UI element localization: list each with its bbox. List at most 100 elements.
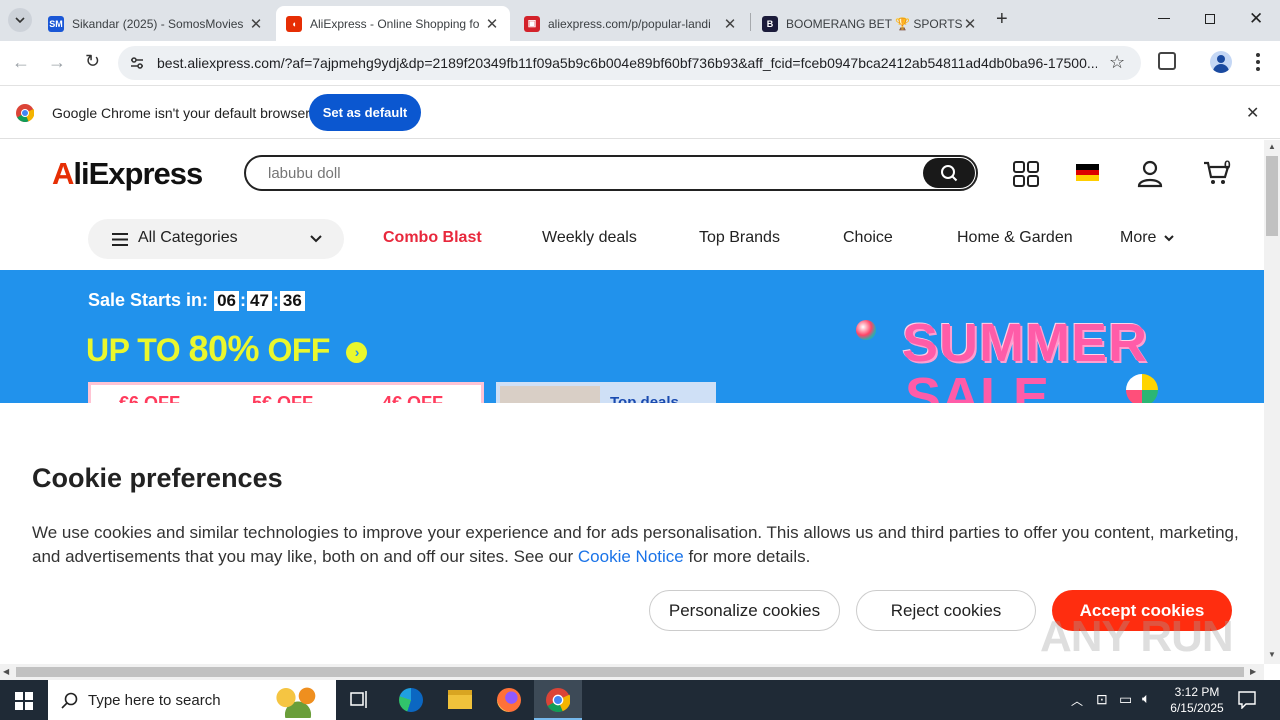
search-button[interactable]	[923, 158, 975, 188]
all-categories-button[interactable]: All Categories	[88, 219, 344, 259]
search-input[interactable]	[268, 165, 868, 182]
close-tab-icon[interactable]: ✕	[484, 15, 500, 33]
chevron-down-icon	[1164, 235, 1174, 242]
close-tab-icon[interactable]: ✕	[722, 15, 738, 33]
new-tab-button[interactable]: +	[996, 8, 1008, 31]
tab-strip: SM Sikandar (2025) - SomosMovies ✕ ◖ Ali…	[0, 0, 1280, 41]
cookie-notice-link[interactable]: Cookie Notice	[578, 547, 684, 566]
tab-title: aliexpress.com/p/popular-landi	[548, 16, 711, 31]
countdown-hours: 06	[214, 291, 239, 311]
tab-title: Sikandar (2025) - SomosMovies	[72, 16, 244, 31]
browser-toolbar: ← → ↻ best.aliexpress.com/?af=7ajpmehg9y…	[0, 41, 1280, 86]
tab-title: AliExpress - Online Shopping fo	[310, 16, 480, 31]
browser-tab[interactable]: ▣ aliexpress.com/p/popular-landi ✕	[514, 6, 748, 41]
site-info-icon[interactable]	[129, 56, 145, 70]
firefox-icon[interactable]	[497, 688, 521, 712]
category-nav: All Categories Combo Blast Weekly deals …	[0, 218, 1264, 260]
url-text: best.aliexpress.com/?af=7ajpmehg9ydj&dp=…	[157, 55, 1097, 71]
address-bar[interactable]: best.aliexpress.com/?af=7ajpmehg9ydj&dp=…	[118, 46, 1141, 80]
ethernet-icon[interactable]: ▭	[1119, 691, 1132, 708]
tab-search-button[interactable]	[8, 8, 32, 32]
search-bar	[244, 155, 978, 191]
file-explorer-icon[interactable]	[448, 690, 472, 709]
personalize-cookies-button[interactable]: Personalize cookies	[649, 590, 840, 631]
windows-start-icon[interactable]	[15, 692, 33, 710]
chrome-menu-icon[interactable]	[1256, 53, 1260, 71]
infobar-message: Google Chrome isn't your default browser	[52, 105, 310, 121]
nav-link-top-brands[interactable]: Top Brands	[699, 229, 780, 247]
summer-sale-title: SUMMER	[902, 313, 1148, 373]
nav-link-home-garden[interactable]: Home & Garden	[957, 229, 1073, 247]
sale-starts-label: Sale Starts in:	[88, 290, 209, 310]
scroll-left-arrow-icon[interactable]: ◀	[3, 667, 9, 676]
scroll-right-arrow-icon[interactable]: ▶	[1250, 667, 1256, 676]
sale-banner[interactable]: Sale Starts in: 06:47:36 UP TO 80% OFF ›…	[0, 270, 1264, 403]
nav-link-more[interactable]: More	[1120, 229, 1174, 247]
menu-icon	[112, 233, 128, 246]
germany-flag-icon[interactable]	[1076, 164, 1099, 181]
taskbar-search-box[interactable]: Type here to search	[48, 680, 336, 720]
boomerang-favicon-icon: B	[762, 15, 778, 32]
vertical-scroll-thumb[interactable]	[1266, 156, 1278, 236]
countdown-seconds: 36	[279, 291, 305, 311]
close-window-button[interactable]: ✕	[1249, 9, 1263, 29]
chevron-down-icon	[310, 235, 322, 243]
top-deals-image	[500, 386, 600, 403]
minimize-button[interactable]	[1158, 18, 1170, 19]
cookie-title: Cookie preferences	[32, 463, 283, 493]
profile-avatar[interactable]	[1210, 51, 1232, 73]
beach-ball-icon	[1126, 374, 1158, 403]
close-infobar-icon[interactable]: ✕	[1246, 103, 1259, 123]
set-as-default-button[interactable]: Set as default	[309, 94, 421, 131]
back-arrow-icon[interactable]: ←	[12, 52, 30, 73]
forward-arrow-icon[interactable]: →	[48, 52, 66, 73]
countdown-minutes: 47	[246, 291, 272, 311]
coupon-value: -€6 OFF	[113, 393, 181, 403]
restore-button[interactable]	[1205, 14, 1215, 24]
sale-countdown: Sale Starts in: 06:47:36	[88, 290, 306, 311]
taskbar-search-text: Type here to search	[88, 692, 221, 709]
somosmovies-favicon-icon: SM	[48, 15, 64, 32]
close-tab-icon[interactable]: ✕	[962, 15, 978, 33]
top-deals-label: Top deals	[610, 394, 679, 403]
nav-link-combo-blast[interactable]: Combo Blast	[383, 229, 482, 247]
clock[interactable]: 3:12 PM 6/15/2025	[1166, 684, 1228, 716]
network-icon[interactable]: ⊡	[1096, 691, 1108, 708]
sale-title: SALE	[905, 367, 1050, 403]
reload-icon[interactable]: ↻	[85, 51, 100, 72]
windows-taskbar: Type here to search ︿ ⊡ ▭ 🔈︎ 3:12 PM 6/1…	[0, 680, 1280, 720]
extensions-icon[interactable]	[1158, 52, 1176, 70]
tab-separator	[750, 13, 751, 31]
scroll-up-arrow-icon[interactable]: ▲	[1268, 142, 1276, 151]
anyrun-watermark: ANY RUN	[1040, 612, 1234, 661]
beach-ball-icon	[856, 320, 876, 340]
chrome-taskbar-button[interactable]	[534, 680, 582, 720]
horizontal-scrollbar[interactable]: ◀ ▶	[0, 664, 1264, 680]
bookmark-star-icon[interactable]: ☆	[1109, 52, 1125, 73]
show-hidden-icons-chevron-icon[interactable]: ︿	[1071, 692, 1083, 709]
browser-tab[interactable]: B BOOMERANG BET 🏆 SPORTSB ✕	[752, 6, 988, 41]
account-icon[interactable]	[1137, 160, 1163, 188]
vertical-scrollbar[interactable]: ▲ ▼	[1264, 140, 1280, 664]
scroll-down-arrow-icon[interactable]: ▼	[1268, 650, 1276, 659]
nav-link-weekly-deals[interactable]: Weekly deals	[542, 229, 637, 247]
browser-tab-active[interactable]: ◖ AliExpress - Online Shopping fo ✕	[276, 6, 510, 41]
tab-title: BOOMERANG BET 🏆 SPORTSB	[786, 16, 962, 31]
clock-time: 3:12 PM	[1174, 685, 1220, 699]
nav-link-choice[interactable]: Choice	[843, 229, 893, 247]
edge-browser-icon[interactable]	[399, 688, 423, 712]
cart-count-badge: 0	[1224, 158, 1231, 172]
horizontal-scroll-thumb[interactable]	[16, 667, 1244, 677]
volume-icon[interactable]: 🔈︎	[1142, 690, 1150, 707]
browser-tab[interactable]: SM Sikandar (2025) - SomosMovies ✕	[38, 6, 274, 41]
close-tab-icon[interactable]: ✕	[248, 15, 264, 33]
more-label: More	[1120, 229, 1157, 246]
top-deals-card[interactable]: Top deals	[496, 382, 716, 403]
notifications-icon[interactable]	[1238, 691, 1256, 709]
page-content: AliExpress 0	[0, 140, 1264, 664]
coupon-card[interactable]: -€6 OFF -5€ OFF -4€ OFF	[88, 382, 484, 403]
qr-code-icon[interactable]	[1013, 161, 1039, 187]
task-view-icon[interactable]	[350, 690, 370, 710]
reject-cookies-button[interactable]: Reject cookies	[856, 590, 1036, 631]
aliexpress-logo[interactable]: AliExpress	[52, 156, 203, 192]
